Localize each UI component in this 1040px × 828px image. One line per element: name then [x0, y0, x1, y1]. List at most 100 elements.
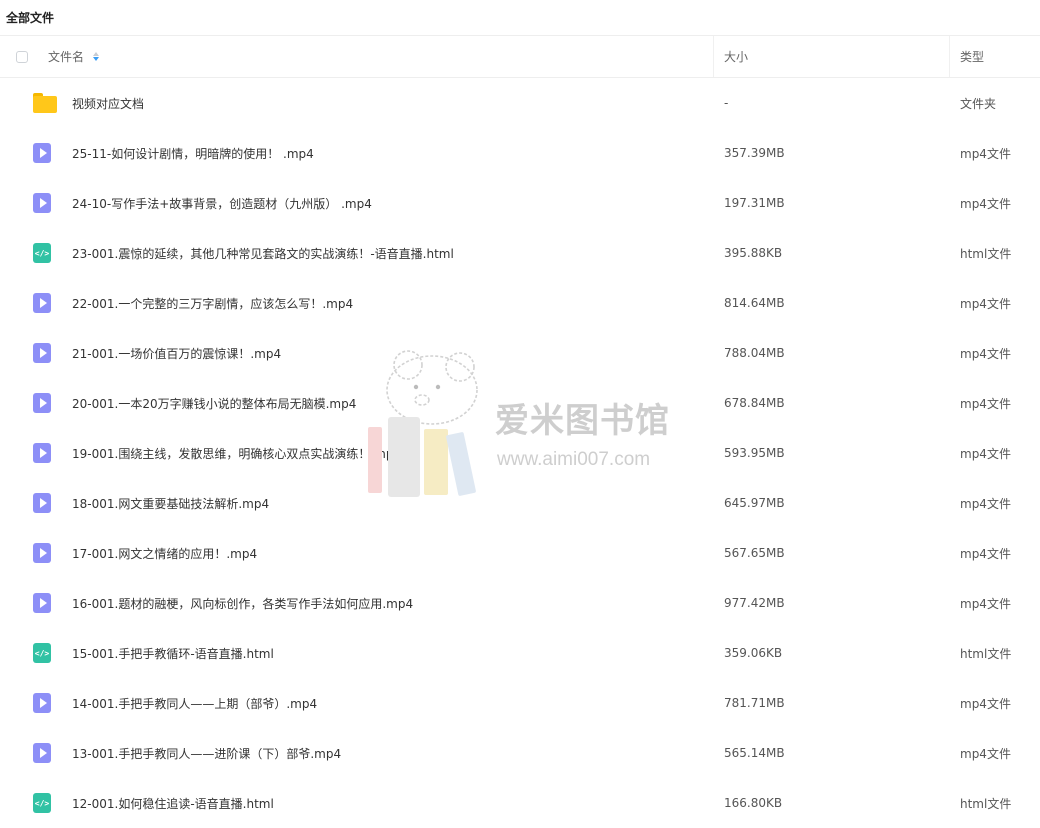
file-row[interactable]: 14-001.手把手教同人——上期（部爷）.mp4 781.71MB mp4文件: [0, 678, 1040, 728]
file-icon-cell: [0, 693, 72, 713]
file-row[interactable]: </> 12-001.如何稳住追读-语音直播.html 166.80KB html文件: [0, 778, 1040, 828]
file-name[interactable]: 17-001.网文之情绪的应用！.mp4: [72, 545, 713, 562]
file-type: mp4文件: [960, 696, 1011, 711]
file-type: html文件: [960, 246, 1012, 261]
file-type: html文件: [960, 796, 1012, 811]
folder-icon: [33, 93, 57, 113]
file-icon-cell: [0, 443, 72, 463]
column-header-size[interactable]: 大小: [713, 36, 949, 77]
file-type: mp4文件: [960, 396, 1011, 411]
file-row[interactable]: 24-10-写作手法+故事背景，创造题材（九州版） .mp4 197.31MB mp…: [0, 178, 1040, 228]
file-icon-cell: </>: [0, 793, 72, 813]
file-row[interactable]: 20-001.一本20万字赚钱小说的整体布局无脑模.mp4 678.84MB mp4…: [0, 378, 1040, 428]
file-name[interactable]: 14-001.手把手教同人——上期（部爷）.mp4: [72, 695, 713, 712]
column-header-type[interactable]: 类型: [949, 36, 1040, 77]
file-icon-cell: [0, 343, 72, 363]
file-icon-cell: [0, 293, 72, 313]
html-file-icon: </>: [33, 643, 51, 663]
file-icon-cell: [0, 593, 72, 613]
column-header-name-label: 文件名: [48, 50, 85, 64]
file-type: 文件夹: [960, 96, 997, 111]
file-size: 977.42MB: [724, 596, 785, 610]
video-file-icon: [33, 393, 51, 413]
file-type: mp4文件: [960, 346, 1011, 361]
file-type: mp4文件: [960, 446, 1011, 461]
file-size: -: [724, 96, 729, 110]
video-file-icon: [33, 293, 51, 313]
file-icon-cell: [0, 493, 72, 513]
html-file-icon: </>: [33, 793, 51, 813]
file-name[interactable]: 13-001.手把手教同人——进阶课（下）部爷.mp4: [72, 745, 713, 762]
file-type: mp4文件: [960, 496, 1011, 511]
file-row[interactable]: 视频对应文档 - 文件夹: [0, 78, 1040, 128]
file-name[interactable]: 19-001.围绕主线，发散思维，明确核心双点实战演练！.mp4: [72, 445, 713, 462]
video-file-icon: [33, 593, 51, 613]
file-size: 678.84MB: [724, 396, 785, 410]
file-size: 359.06KB: [724, 646, 783, 660]
file-size: 357.39MB: [724, 146, 785, 160]
file-size: 565.14MB: [724, 746, 785, 760]
file-name[interactable]: 18-001.网文重要基础技法解析.mp4: [72, 495, 713, 512]
file-row[interactable]: 16-001.题材的融梗，风向标创作，各类写作手法如何应用.mp4 977.42M…: [0, 578, 1040, 628]
file-row[interactable]: </> 23-001.震惊的延续，其他几种常见套路文的实战演练！-语音直播.htm…: [0, 228, 1040, 278]
file-icon-cell: [0, 543, 72, 563]
file-name[interactable]: 24-10-写作手法+故事背景，创造题材（九州版） .mp4: [72, 195, 713, 212]
file-name[interactable]: 22-001.一个完整的三万字剧情，应该怎么写！.mp4: [72, 295, 713, 312]
video-file-icon: [33, 493, 51, 513]
file-icon-cell: </>: [0, 243, 72, 263]
file-type: html文件: [960, 646, 1012, 661]
file-size: 166.80KB: [724, 796, 783, 810]
sort-icon[interactable]: [93, 52, 100, 61]
file-row[interactable]: 13-001.手把手教同人——进阶课（下）部爷.mp4 565.14MB mp4文件: [0, 728, 1040, 778]
top-bar: 全部文件: [0, 0, 1040, 36]
column-header-name[interactable]: 文件名: [44, 36, 713, 77]
file-name[interactable]: 视频对应文档: [72, 95, 713, 112]
file-row[interactable]: </> 15-001.手把手教循环-语音直播.html 359.06KB html文件: [0, 628, 1040, 678]
file-row[interactable]: 25-11-如何设计剧情，明暗牌的使用！ .mp4 357.39MB mp4文件: [0, 128, 1040, 178]
select-all-checkbox[interactable]: [16, 50, 28, 63]
file-size: 567.65MB: [724, 546, 785, 560]
table-header: 文件名 大小 类型: [0, 36, 1040, 78]
file-row[interactable]: 22-001.一个完整的三万字剧情，应该怎么写！.mp4 814.64MB mp4文…: [0, 278, 1040, 328]
file-icon-cell: [0, 143, 72, 163]
file-name[interactable]: 12-001.如何稳住追读-语音直播.html: [72, 795, 713, 812]
file-name[interactable]: 21-001.一场价值百万的震惊课！.mp4: [72, 345, 713, 362]
video-file-icon: [33, 693, 51, 713]
file-type: mp4文件: [960, 546, 1011, 561]
file-size: 788.04MB: [724, 346, 785, 360]
video-file-icon: [33, 443, 51, 463]
file-row[interactable]: 18-001.网文重要基础技法解析.mp4 645.97MB mp4文件: [0, 478, 1040, 528]
file-name[interactable]: 20-001.一本20万字赚钱小说的整体布局无脑模.mp4: [72, 395, 713, 412]
video-file-icon: [33, 343, 51, 363]
file-type: mp4文件: [960, 746, 1011, 761]
file-size: 814.64MB: [724, 296, 785, 310]
file-size: 593.95MB: [724, 446, 785, 460]
file-size: 395.88KB: [724, 246, 783, 260]
file-name[interactable]: 23-001.震惊的延续，其他几种常见套路文的实战演练！-语音直播.html: [72, 245, 713, 262]
file-row[interactable]: 17-001.网文之情绪的应用！.mp4 567.65MB mp4文件: [0, 528, 1040, 578]
video-file-icon: [33, 143, 51, 163]
html-file-icon: </>: [33, 243, 51, 263]
file-size: 645.97MB: [724, 496, 785, 510]
file-row[interactable]: 19-001.围绕主线，发散思维，明确核心双点实战演练！.mp4 593.95MB…: [0, 428, 1040, 478]
file-type: mp4文件: [960, 146, 1011, 161]
column-header-size-label: 大小: [724, 50, 749, 64]
column-header-type-label: 类型: [960, 50, 985, 64]
video-file-icon: [33, 543, 51, 563]
file-type: mp4文件: [960, 296, 1011, 311]
breadcrumb-all-files[interactable]: 全部文件: [6, 9, 54, 26]
file-type: mp4文件: [960, 596, 1011, 611]
file-name[interactable]: 15-001.手把手教循环-语音直播.html: [72, 645, 713, 662]
file-icon-cell: [0, 193, 72, 213]
file-row[interactable]: 21-001.一场价值百万的震惊课！.mp4 788.04MB mp4文件: [0, 328, 1040, 378]
video-file-icon: [33, 193, 51, 213]
select-all-cell: [0, 50, 44, 63]
file-type: mp4文件: [960, 196, 1011, 211]
file-name[interactable]: 25-11-如何设计剧情，明暗牌的使用！ .mp4: [72, 145, 713, 162]
file-name[interactable]: 16-001.题材的融梗，风向标创作，各类写作手法如何应用.mp4: [72, 595, 713, 612]
video-file-icon: [33, 743, 51, 763]
file-icon-cell: </>: [0, 643, 72, 663]
file-icon-cell: [0, 393, 72, 413]
file-size: 197.31MB: [724, 196, 785, 210]
file-icon-cell: [0, 743, 72, 763]
